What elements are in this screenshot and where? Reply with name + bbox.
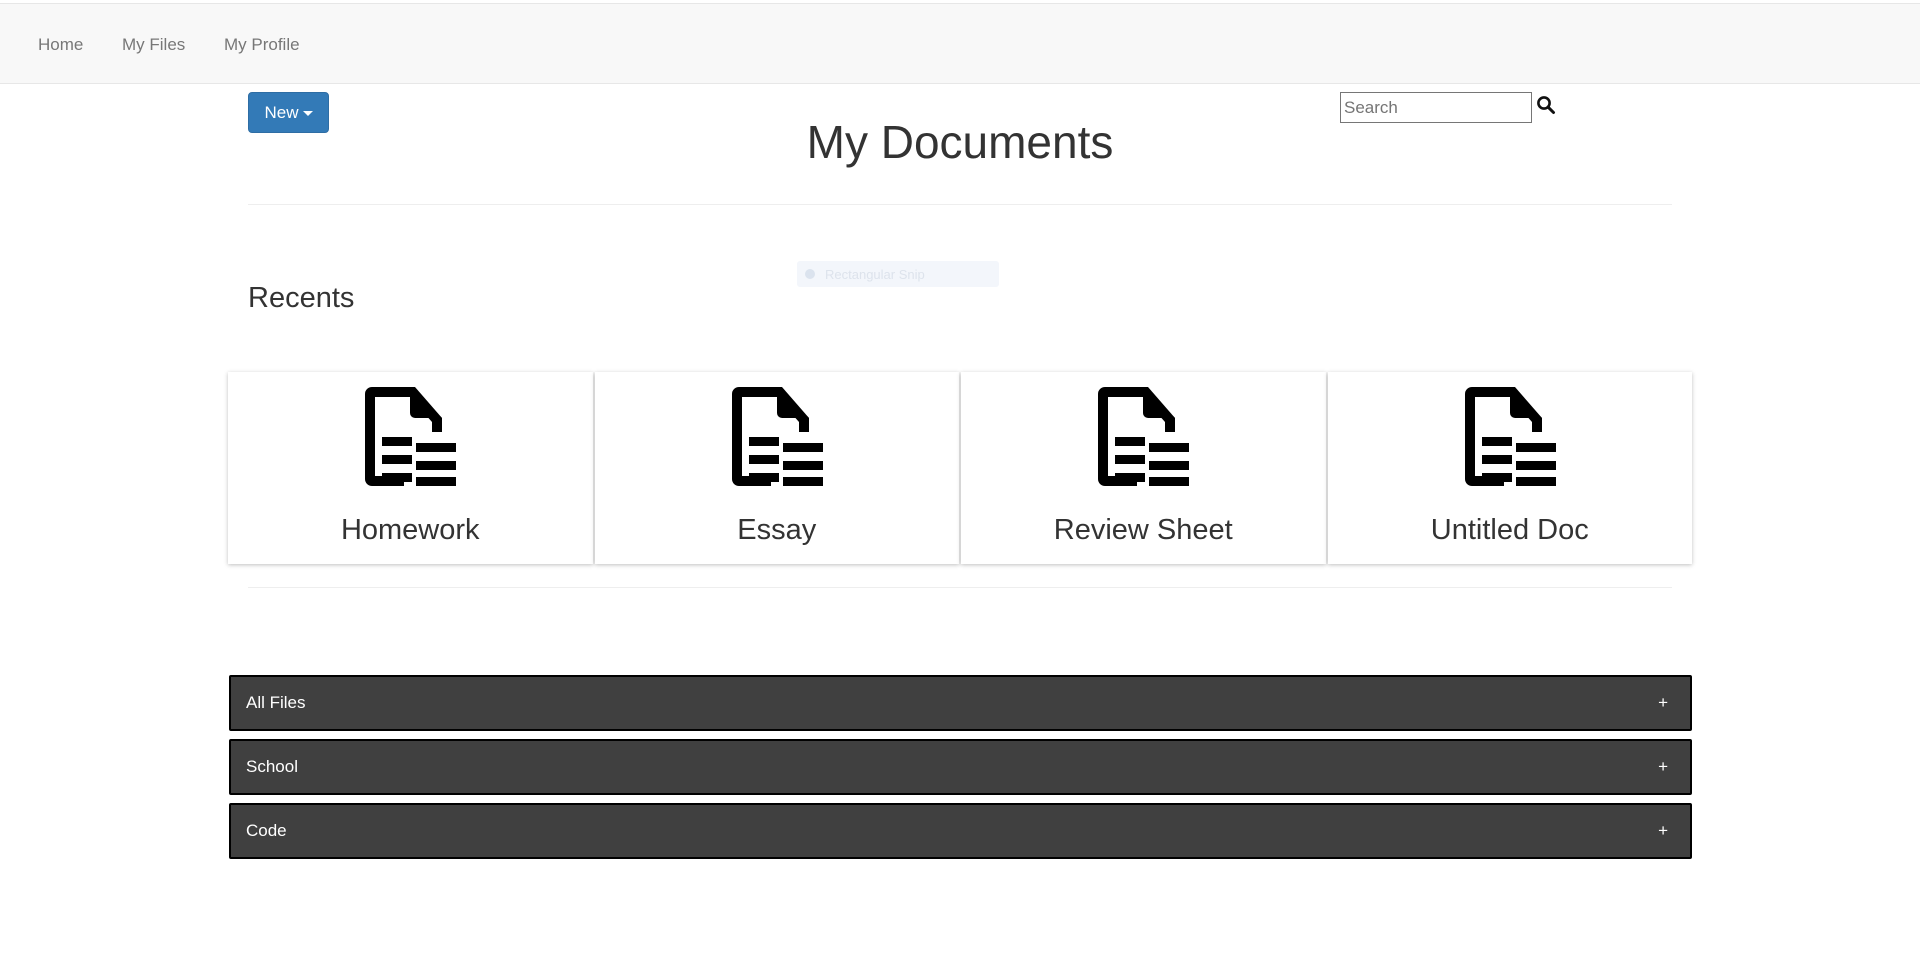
recent-doc-card[interactable]: Untitled Doc (1327, 372, 1692, 564)
snip-dot-icon (805, 269, 815, 279)
folder-label: All Files (246, 693, 306, 712)
nav-home-link[interactable]: Home (38, 35, 83, 55)
snip-overlay-label: Rectangular Snip (825, 266, 925, 282)
recent-doc-card[interactable]: Review Sheet (961, 372, 1326, 564)
recent-doc-title: Review Sheet (1053, 514, 1233, 546)
recent-doc-card[interactable]: Essay (594, 372, 959, 564)
document-icon (1098, 387, 1190, 486)
document-icon (365, 387, 457, 486)
folder-school[interactable]: School + (229, 739, 1692, 795)
top-navbar: Home My Files My Profile (0, 3, 1920, 84)
folder-label: Code (246, 821, 287, 840)
expand-plus-icon[interactable]: + (1658, 693, 1668, 713)
expand-plus-icon[interactable]: + (1658, 757, 1668, 777)
folder-label: School (246, 757, 298, 776)
document-icon (731, 387, 823, 486)
snip-overlay-item[interactable]: Rectangular Snip (797, 261, 999, 287)
nav-my-profile-link[interactable]: My Profile (224, 35, 300, 55)
recents-divider (248, 587, 1672, 588)
search-icon[interactable] (1536, 95, 1556, 115)
recent-doc-title: Essay (737, 514, 817, 546)
search-input[interactable] (1340, 92, 1532, 123)
nav-my-files-link[interactable]: My Files (122, 35, 185, 55)
recent-docs-row: Homework Essay Review Sheet Untitled Doc (228, 372, 1692, 564)
document-icon (1464, 387, 1556, 486)
header-divider (248, 204, 1672, 205)
recent-doc-title: Homework (340, 514, 480, 546)
folder-all-files[interactable]: All Files + (229, 675, 1692, 731)
page-title: My Documents (806, 116, 1114, 168)
expand-plus-icon[interactable]: + (1658, 821, 1668, 841)
folder-code[interactable]: Code + (229, 803, 1692, 859)
recent-doc-title: Untitled Doc (1430, 514, 1589, 546)
recent-doc-card[interactable]: Homework (228, 372, 593, 564)
recents-heading: Recents (248, 282, 355, 314)
